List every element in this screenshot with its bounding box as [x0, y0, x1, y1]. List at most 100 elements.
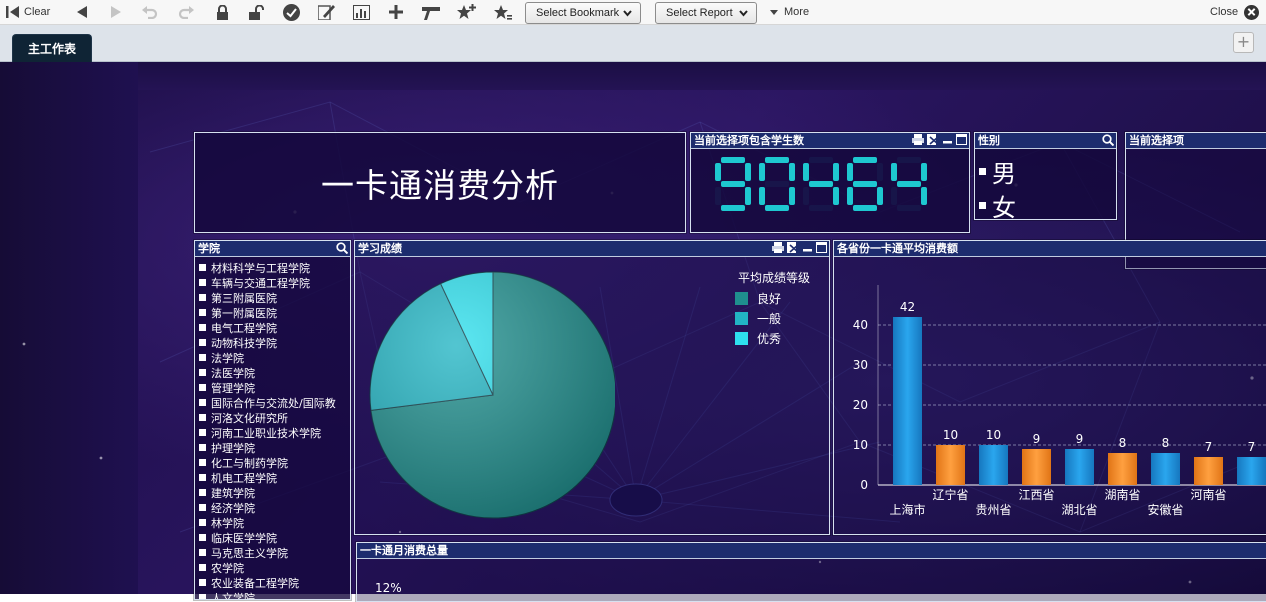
checkbox-icon — [199, 459, 206, 466]
score-pie-chart[interactable] — [365, 265, 615, 525]
legend-swatch — [735, 332, 748, 345]
close-button[interactable]: Close — [1210, 0, 1260, 24]
college-item-label: 河南工业职业技术学院 — [211, 426, 321, 440]
student-count-digits — [715, 157, 927, 211]
digit-segment — [897, 205, 921, 211]
college-list-item[interactable]: 动物科技学院 — [199, 335, 336, 350]
college-list-item[interactable]: 车辆与交通工程学院 — [199, 275, 336, 290]
print-icon[interactable] — [912, 134, 924, 150]
select-bookmark-label: Select Bookmark — [536, 7, 620, 19]
dashboard-title-panel: 一卡通消费分析 — [194, 132, 686, 233]
college-list-item[interactable]: 农业装备工程学院 — [199, 575, 336, 590]
gender-option-female[interactable]: 女 — [979, 188, 1016, 223]
add-bookmark-button[interactable] — [455, 0, 477, 24]
college-item-label: 电气工程学院 — [211, 321, 277, 335]
digit-segment — [853, 181, 877, 187]
maximize-icon[interactable] — [816, 242, 827, 258]
excel-export-icon[interactable] — [927, 134, 939, 150]
college-list-item[interactable]: 法医学院 — [199, 365, 336, 380]
bar[interactable] — [1151, 453, 1180, 485]
bar[interactable] — [979, 445, 1008, 485]
gender-caption: 性别 — [975, 133, 1116, 149]
bar[interactable] — [1194, 457, 1223, 485]
bar[interactable] — [1065, 449, 1094, 485]
college-list-item[interactable]: 机电工程学院 — [199, 470, 336, 485]
bar[interactable] — [893, 317, 922, 485]
checkbox-icon — [199, 534, 206, 541]
count-digit — [891, 157, 927, 211]
province-bar-chart[interactable]: 0 10 20 30 40 42 上海市 10 辽宁省 10 贵州省 9 江西省 9 湖北省 8 湖南省 8 安徽省… — [834, 258, 1266, 536]
tab-main-sheet[interactable]: 主工作表 — [12, 34, 92, 62]
bar[interactable] — [1022, 449, 1051, 485]
college-item-label: 机电工程学院 — [211, 471, 277, 485]
unlock-button[interactable] — [246, 0, 266, 24]
count-digit — [803, 157, 839, 211]
legend-item[interactable]: 一般 — [735, 310, 781, 327]
checkbox-icon — [199, 369, 206, 376]
college-item-label: 管理学院 — [211, 381, 255, 395]
select-bookmark-dropdown[interactable]: Select Bookmark — [525, 2, 641, 24]
maximize-icon[interactable] — [956, 134, 967, 150]
college-list-item[interactable]: 第一附属医院 — [199, 305, 336, 320]
check-button[interactable] — [281, 0, 301, 24]
legend-item[interactable]: 优秀 — [735, 330, 781, 347]
dashboard-title: 一卡通消费分析 — [321, 165, 559, 205]
digit-segment — [803, 163, 809, 181]
college-list-item[interactable]: 第三附属医院 — [199, 290, 336, 305]
college-list-item[interactable]: 管理学院 — [199, 380, 336, 395]
minimize-icon[interactable] — [802, 242, 813, 258]
college-list-item[interactable]: 化工与制药学院 — [199, 455, 336, 470]
more-button[interactable]: More — [770, 0, 809, 24]
print-icon[interactable] — [772, 242, 784, 258]
bookmarks-button[interactable] — [491, 0, 513, 24]
bar[interactable] — [936, 445, 965, 485]
select-report-dropdown[interactable]: Select Report — [655, 2, 757, 24]
legend-item[interactable]: 良好 — [735, 290, 781, 307]
bar[interactable] — [1237, 457, 1266, 485]
y-tick-label: 20 — [853, 398, 868, 412]
college-item-label: 第一附属医院 — [211, 306, 277, 320]
clear-button[interactable]: Clear — [6, 0, 60, 24]
college-list-item[interactable]: 电气工程学院 — [199, 320, 336, 335]
chevron-down-icon — [739, 10, 748, 17]
college-item-label: 经济学院 — [211, 501, 255, 515]
excel-export-icon[interactable] — [787, 242, 799, 258]
search-icon[interactable] — [1102, 134, 1115, 151]
legend-title: 平均成绩等级 — [738, 271, 811, 285]
college-list-item[interactable]: 人文学院 — [199, 590, 336, 599]
college-list-item[interactable]: 法学院 — [199, 350, 336, 365]
edit-button[interactable] — [316, 0, 336, 24]
minimize-icon[interactable] — [942, 134, 953, 150]
college-list-item[interactable]: 河南工业职业技术学院 — [199, 425, 336, 440]
format-button[interactable] — [421, 0, 441, 24]
digit-segment — [745, 163, 751, 181]
college-list-item[interactable]: 农学院 — [199, 560, 336, 575]
search-icon[interactable] — [336, 242, 349, 259]
lock-button[interactable] — [212, 0, 232, 24]
college-list-item[interactable]: 林学院 — [199, 515, 336, 530]
gender-option-male[interactable]: 男 — [979, 154, 1016, 189]
college-item-label: 护理学院 — [211, 441, 255, 455]
skip-back-icon — [6, 6, 19, 18]
undo-button[interactable] — [140, 0, 160, 24]
college-list-item[interactable]: 临床医学学院 — [199, 530, 336, 545]
college-list-item[interactable]: 经济学院 — [199, 500, 336, 515]
redo-button[interactable] — [176, 0, 196, 24]
back-button[interactable] — [72, 0, 92, 24]
college-list-item[interactable]: 材料科学与工程学院 — [199, 260, 336, 275]
college-list-item[interactable]: 国际合作与交流处/国际教 — [199, 395, 336, 410]
college-item-label: 建筑学院 — [211, 486, 255, 500]
college-list-item[interactable]: 建筑学院 — [199, 485, 336, 500]
college-item-label: 农业装备工程学院 — [211, 576, 299, 590]
checkbox-icon — [199, 444, 206, 451]
add-sheet-button[interactable]: + — [1233, 32, 1254, 53]
monthly-y-tick: 12% — [375, 581, 402, 595]
college-list-item[interactable]: 马克思主义学院 — [199, 545, 336, 560]
monthly-total-panel: 一卡通月消费总量 12% — [356, 542, 1266, 602]
bar[interactable] — [1108, 453, 1137, 485]
college-list-item[interactable]: 河洛文化研究所 — [199, 410, 336, 425]
forward-button[interactable] — [106, 0, 126, 24]
chart-button[interactable] — [351, 0, 371, 24]
college-list-item[interactable]: 护理学院 — [199, 440, 336, 455]
add-button[interactable] — [386, 0, 406, 24]
